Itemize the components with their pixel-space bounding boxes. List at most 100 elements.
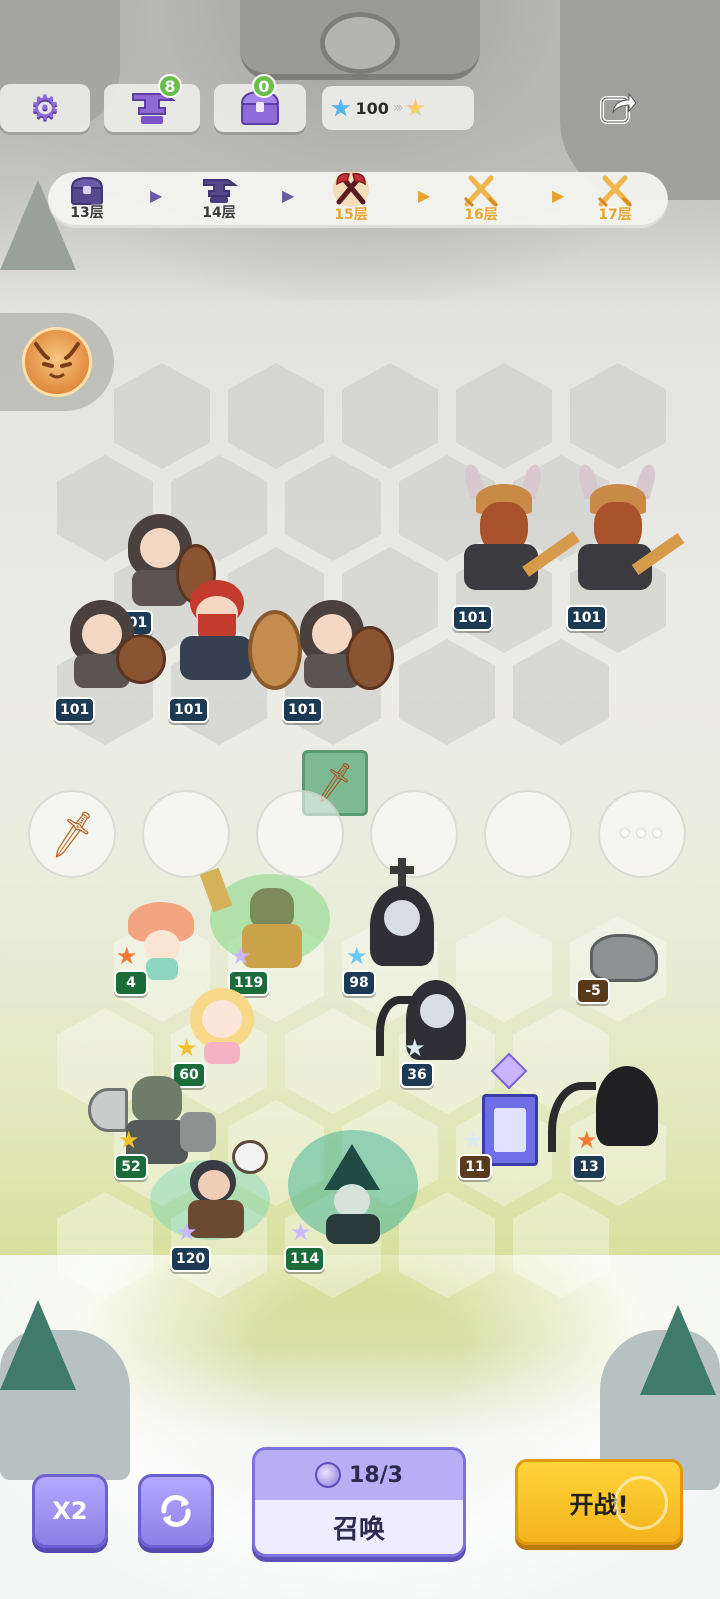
wooden-shield — [346, 626, 394, 690]
summon-label-row: 召唤 — [255, 1500, 463, 1554]
ally-level-tag: 52 — [114, 1154, 148, 1180]
ally-reaper-nun[interactable] — [376, 976, 486, 1076]
stage-13: 13层 — [52, 176, 122, 222]
star-currency[interactable]: ★ 100 ››› ★ — [322, 86, 474, 130]
speed-x2-button[interactable]: X2 — [32, 1474, 108, 1548]
ally-hex[interactable] — [285, 1008, 381, 1114]
ally-nun[interactable] — [362, 858, 452, 978]
crossed-swords-icon — [597, 175, 633, 208]
rank-star-icon: ★ — [346, 942, 368, 970]
face — [334, 1184, 370, 1218]
stage-14: 14层 — [184, 176, 254, 222]
rank-star-icon: ★ — [118, 1126, 140, 1154]
enemy-hex[interactable] — [513, 639, 609, 745]
chest-count-badge: 0 — [252, 74, 276, 98]
enemy-red-beard-dwarf[interactable] — [168, 580, 302, 700]
rank-star-icon: ★ — [404, 1034, 426, 1062]
enemy-hex[interactable] — [228, 363, 324, 469]
helmet — [250, 888, 294, 928]
start-battle-button[interactable]: 开战! — [515, 1459, 683, 1545]
dress — [146, 958, 178, 980]
stage-16: 16层 — [446, 174, 516, 224]
summon-cost-row: 18/3 — [255, 1450, 463, 1500]
arrow-right-icon: ▶ — [418, 186, 431, 205]
cloak — [596, 1066, 658, 1146]
stage-label: 16层 — [464, 207, 498, 223]
enemy-level-tag: 101 — [566, 605, 608, 631]
share-button[interactable] — [594, 84, 642, 132]
star-count: 100 — [355, 98, 389, 118]
more-slots-button[interactable]: ••• — [598, 790, 686, 878]
stage-label: 13层 — [70, 205, 104, 221]
rainbow-star-icon: ★ — [404, 94, 427, 122]
face — [384, 900, 420, 936]
anvil-button[interactable] — [104, 84, 200, 132]
enemy-hex[interactable] — [342, 363, 438, 469]
ring-icon — [614, 1476, 668, 1530]
share-icon — [600, 92, 637, 124]
robe — [326, 1214, 380, 1244]
dagger-icon: 🗡 — [43, 807, 102, 862]
arrow-right-icon: ▶ — [150, 186, 163, 205]
stage-15-current: 15层 — [316, 170, 386, 224]
rank-star-icon: ★ — [576, 1126, 598, 1154]
eagle — [232, 1140, 268, 1174]
boss-info-tab[interactable] — [0, 313, 114, 411]
chevrons-right-icon: ››› — [392, 100, 404, 116]
ally-level-tag: 13 — [572, 1154, 606, 1180]
ally-reaper[interactable] — [548, 1064, 668, 1174]
rank-star-icon: ★ — [176, 1218, 198, 1246]
face — [140, 528, 180, 568]
ally-level-tag: 114 — [284, 1246, 326, 1272]
tower-window — [494, 1108, 526, 1152]
ally-level-tag: -5 — [576, 978, 610, 1004]
equipment-slot-5[interactable] — [484, 790, 572, 878]
ally-level-tag: 11 — [458, 1154, 492, 1180]
enemy-viking-dwarf[interactable] — [564, 462, 685, 604]
ally-green-knight[interactable] — [199, 867, 336, 980]
enemy-hooded-dwarf[interactable] — [286, 596, 396, 706]
rank-star-icon: ★ — [462, 1126, 484, 1154]
stage-label: 14层 — [202, 205, 236, 221]
enemy-hex[interactable] — [570, 363, 666, 469]
enemy-hex[interactable] — [456, 363, 552, 469]
enemy-hex[interactable] — [399, 639, 495, 745]
crystal — [490, 1052, 528, 1090]
pine-tree-left — [0, 1300, 76, 1390]
summon-coin-icon — [315, 1462, 342, 1488]
ally-eagle-hunter[interactable] — [150, 1140, 290, 1250]
crossed-axes-icon — [333, 171, 369, 207]
ally-level-tag: 120 — [170, 1246, 212, 1272]
speed-label: X2 — [52, 1497, 88, 1525]
dress — [204, 1042, 240, 1064]
equipment-slot-2[interactable] — [142, 790, 230, 878]
equipment-slot-1[interactable]: 🗡 — [28, 790, 116, 878]
ally-level-tag: 4 — [114, 970, 148, 996]
enemy-level-tag: 101 — [168, 697, 210, 723]
face — [198, 1170, 230, 1200]
wooden-shield — [116, 634, 166, 684]
cross-horizontal — [390, 866, 414, 874]
enemy-hex[interactable] — [285, 455, 381, 561]
summon-cost: 18/3 — [349, 1462, 403, 1488]
settings-button[interactable]: ⚙ — [0, 84, 90, 132]
blue-star-icon: ★ — [330, 94, 352, 122]
stage-label: 15层 — [334, 207, 368, 223]
rank-star-icon: ★ — [290, 1218, 312, 1246]
enemy-hooded-dwarf[interactable] — [56, 596, 166, 706]
enemy-hex[interactable] — [114, 363, 210, 469]
pine-tree-right — [640, 1305, 716, 1395]
rank-star-icon: ★ — [230, 942, 252, 970]
enemy-level-tag: 101 — [282, 697, 324, 723]
summon-button[interactable]: 18/3 召唤 — [252, 1447, 466, 1557]
face — [202, 1000, 242, 1038]
gear-icon: ⚙ — [29, 88, 61, 128]
refresh-button[interactable] — [138, 1474, 214, 1548]
enemy-viking-dwarf[interactable] — [450, 462, 580, 604]
refresh-icon — [161, 1495, 191, 1527]
crossed-swords-icon — [463, 175, 499, 208]
ally-level-tag: 98 — [342, 970, 376, 996]
gate-emblem — [320, 12, 400, 74]
stage-17: 17层 — [580, 174, 650, 224]
equipment-slot-3[interactable] — [256, 790, 344, 878]
